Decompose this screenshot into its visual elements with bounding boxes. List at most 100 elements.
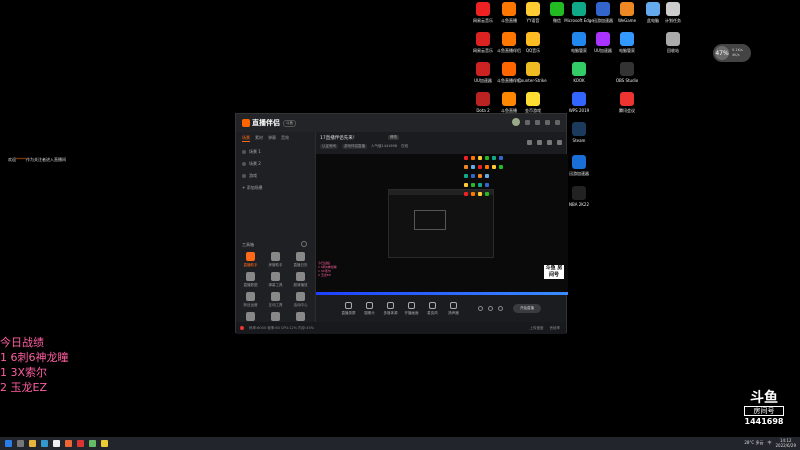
speaker-button[interactable]: 扬声器 xyxy=(443,301,464,316)
taskbar-app-icon[interactable] xyxy=(89,440,96,447)
network-percent: 47% xyxy=(715,46,729,60)
media-source-button[interactable]: 多媒体源 xyxy=(380,301,401,316)
scene-item[interactable]: 场景 2 xyxy=(236,157,315,169)
room-title[interactable]: 17直播伴侣先来！ xyxy=(320,135,357,141)
tool-label: 弹幕工具 xyxy=(268,283,283,287)
preview-desktop-icon xyxy=(499,165,503,169)
start-icon[interactable] xyxy=(5,440,12,447)
screen-icon xyxy=(408,301,415,309)
tool-item[interactable]: 互动工具 xyxy=(263,292,288,308)
tool-item[interactable]: 直播日历 xyxy=(288,252,313,268)
tool-icon xyxy=(246,272,255,281)
desktop-icon[interactable]: OBS Studio xyxy=(614,62,640,83)
menu-icon[interactable] xyxy=(525,119,530,125)
start-screen-button[interactable]: 开播画面 xyxy=(401,301,422,316)
tool-item[interactable]: 房管助手 xyxy=(263,252,288,268)
settings-icon[interactable] xyxy=(557,140,562,145)
desktop-icon[interactable]: KOOK xyxy=(566,62,592,83)
desktop-icon[interactable]: QQ音乐 xyxy=(520,32,546,53)
tool-item[interactable]: 直播数据 xyxy=(238,272,263,288)
scene-item[interactable]: 游戏 xyxy=(236,169,315,181)
desktop-icon[interactable]: UU加速器 xyxy=(470,62,496,83)
tool-item[interactable]: 超清播放 xyxy=(288,272,313,288)
system-tray: 28°C 多云 中 14:12 2022/6/29 xyxy=(744,438,796,448)
desktop-icon-label: WPS 2019 xyxy=(568,108,590,113)
start-live-button[interactable]: 开始直播 xyxy=(513,304,541,313)
tool-item[interactable]: 直播助手 xyxy=(238,252,263,268)
platform-badge[interactable]: 斗鱼 xyxy=(283,119,296,127)
minimize-icon[interactable] xyxy=(535,119,540,125)
preview-desktop-icon xyxy=(478,165,482,169)
title-bar[interactable]: 直播伴侣 斗鱼 xyxy=(236,114,566,132)
desktop-icon[interactable]: Steam xyxy=(566,122,592,143)
tool-item[interactable]: 弹幕工具 xyxy=(263,272,288,288)
edit-room-button[interactable]: 修改 xyxy=(388,135,399,140)
tool-label: 粉丝运营 xyxy=(243,303,258,307)
desktop-icon[interactable]: 迅游加速器 xyxy=(566,155,592,176)
taskbar-app-icon[interactable] xyxy=(65,440,72,447)
desktop-icon[interactable]: 回收站 xyxy=(660,32,686,53)
visibility-icon[interactable] xyxy=(242,174,246,178)
avatar[interactable] xyxy=(512,118,520,126)
desktop-icon[interactable]: WPS 2019 xyxy=(566,92,592,113)
ime-indicator[interactable]: 中 xyxy=(767,440,771,446)
desktop-icon[interactable]: 腾讯会议 xyxy=(614,92,640,113)
tool-item[interactable]: 粉丝运营 xyxy=(238,292,263,308)
gift-icon[interactable] xyxy=(537,140,542,145)
record-icon[interactable] xyxy=(478,306,483,311)
app-icon xyxy=(620,92,634,106)
clock[interactable]: 14:12 2022/6/29 xyxy=(775,438,796,448)
more-icon[interactable] xyxy=(498,306,503,311)
toolbox-settings-icon[interactable] xyxy=(301,241,307,247)
desktop-icon[interactable]: 网易云音乐 xyxy=(470,32,496,53)
tab-sounds[interactable]: 音效 xyxy=(281,135,289,142)
extra-controls xyxy=(478,306,503,311)
taskbar-app-icon[interactable] xyxy=(101,440,108,447)
desktop-icon-label: KOOK xyxy=(573,78,585,83)
settings-icon[interactable] xyxy=(488,306,493,311)
tool-item[interactable]: 活动中心 xyxy=(288,292,313,308)
add-scene-button[interactable]: + 添加场景 xyxy=(236,181,315,193)
desktop-icon[interactable]: 计划任务 xyxy=(660,2,686,23)
layout-icon[interactable] xyxy=(547,140,552,145)
taskbar-app-icon[interactable] xyxy=(17,440,24,447)
maximize-icon[interactable] xyxy=(545,119,550,125)
desktop-icon[interactable]: 金币游戏 xyxy=(520,92,546,113)
desktop-icon[interactable]: Counter-Strike Global Off... xyxy=(518,62,548,83)
camera-button[interactable]: 摄像头 xyxy=(359,301,380,316)
desktop-icon[interactable]: Dota 2 xyxy=(470,92,496,113)
desktop-icon[interactable]: NBA 2K22 xyxy=(566,186,592,207)
app-icon xyxy=(526,32,540,46)
app-icon xyxy=(526,62,540,76)
share-icon[interactable] xyxy=(527,140,532,145)
stream-preview[interactable]: 今日战绩 1 6刺6神龙瞳 1 3X索尔 2 玉龙EZ 斗鱼 房间号 xyxy=(316,154,568,292)
taskbar-app-icon[interactable] xyxy=(53,440,60,447)
microphone-button[interactable]: 麦克风 xyxy=(422,301,443,316)
desktop-icon[interactable]: WeGame xyxy=(614,2,640,23)
screen-record-button[interactable]: 直播录屏 xyxy=(338,301,359,316)
close-icon[interactable] xyxy=(555,119,560,125)
app-icon xyxy=(550,2,564,16)
preview-desktop-icon xyxy=(471,174,475,178)
taskbar-app-icon[interactable] xyxy=(29,440,36,447)
app-icon xyxy=(572,92,586,106)
desktop-icon-label: 回收站 xyxy=(667,48,679,53)
taskbar-app-icon[interactable] xyxy=(41,440,48,447)
weather[interactable]: 28°C 多云 xyxy=(744,440,763,446)
desktop-icon[interactable]: 电脑管家 xyxy=(614,32,640,53)
toolbox-grid: 直播助手房管助手直播日历直播数据弹幕工具超清播放粉丝运营互动工具活动中心直播录像… xyxy=(238,252,314,328)
tab-materials[interactable]: 素材 xyxy=(255,135,263,142)
desktop-icon[interactable]: 网易云音乐 xyxy=(470,2,496,23)
visibility-icon[interactable] xyxy=(242,150,246,154)
preview-stats-overlay: 今日战绩 1 6刺6神龙瞳 1 3X索尔 2 玉龙EZ xyxy=(318,261,337,277)
live-indicator-icon xyxy=(240,326,244,330)
desktop-icon-label: 迅游加速器 xyxy=(569,171,589,176)
network-speed-widget[interactable]: 47% 0.1K/s 4K/s xyxy=(713,44,751,62)
visibility-icon[interactable] xyxy=(242,162,246,166)
tab-danmaku[interactable]: 弹幕 xyxy=(268,135,276,142)
tab-scenes[interactable]: 场景 xyxy=(242,135,250,142)
stats-title: 今日战绩 xyxy=(0,336,44,349)
taskbar-app-icon[interactable] xyxy=(77,440,84,447)
preview-desktop-icon xyxy=(464,183,468,187)
scene-item[interactable]: 场景 1 xyxy=(236,145,315,157)
